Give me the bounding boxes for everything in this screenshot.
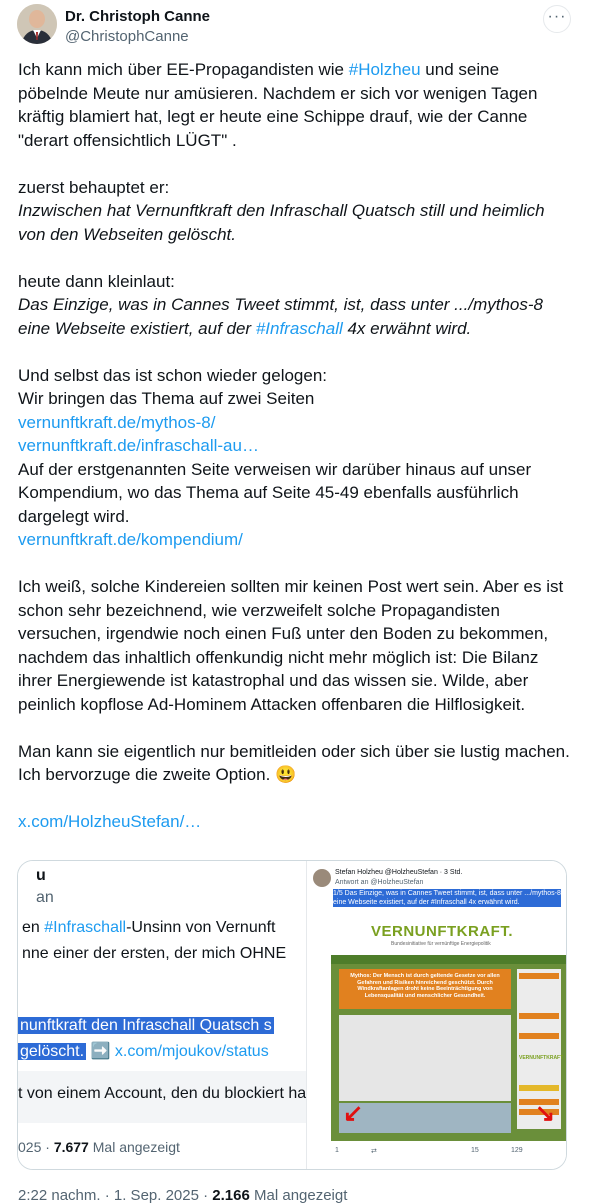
site-headline: Mythos: Der Mensch ist durch geltende Ge… (339, 969, 511, 1009)
paragraph-2-quote: Inzwischen hat Vernunftkraft den Infrasc… (18, 201, 545, 244)
text-p1a: Ich kann mich über EE-Propagandisten wie (18, 60, 349, 79)
more-icon: ··· (547, 8, 567, 25)
right-reply-to: Antwort an @HolzheuStefan (335, 879, 424, 886)
screenshot-right[interactable]: Stefan Holzheu @HolzheuStefan · 3 Std. A… (306, 861, 566, 1169)
left-line-4: nne einer der ersten, der mich OHNE (22, 945, 287, 962)
side-bar-4 (519, 1085, 559, 1091)
right-header: Stefan Holzheu @HolzheuStefan · 3 Std. (335, 869, 463, 876)
right-action-bar: 1 ⇄ 15 129 (331, 1145, 566, 1161)
paragraph-6b: Ich bervorzuge die zweite Option. 😃 (18, 765, 297, 784)
paragraph-4a: Und selbst das ist schon wieder gelogen: (18, 365, 328, 385)
retweet-icon: ⇄ (371, 1148, 377, 1155)
side-logo: VERNUNFTKRAFT (519, 1055, 564, 1061)
link-kompendium[interactable]: vernunftkraft.de/kompendium/ (18, 530, 243, 549)
paragraph-2-intro: zuerst behauptet er: (18, 177, 170, 197)
left-l5: nunftkraft den Infraschall Quatsch s (18, 1017, 274, 1034)
like-count: 15 (471, 1147, 479, 1154)
side-bar-3 (519, 1033, 559, 1039)
paragraph-4b: Wir bringen das Thema auf zwei Seiten (18, 389, 315, 408)
holzheu-avatar (313, 869, 331, 887)
site-nav (331, 955, 566, 964)
link-mythos[interactable]: vernunftkraft.de/mythos-8/ (18, 413, 215, 432)
hashtag-infraschall[interactable]: #Infraschall (256, 319, 343, 338)
hashtag-holzheu[interactable]: #Holzheu (349, 60, 421, 79)
view-count: 2.166 (212, 1187, 250, 1204)
text-p3b: 4x erwähnt wird. (342, 318, 472, 338)
left-stats: 025 · 7.677 Mal angezeigt (18, 1139, 180, 1155)
paragraph-3-intro: heute dann kleinlaut: (18, 271, 175, 291)
site-logo: VERNUNFTKRAFT. (371, 923, 513, 940)
site-photo (339, 1103, 511, 1133)
left-link: x.com/mjoukov/status (110, 1043, 269, 1060)
media-card[interactable]: u an en #Infraschall-Unsinn von Vernunft… (17, 860, 567, 1170)
left-stats-b: Mal angezeigt (88, 1139, 180, 1155)
left-l3b: -Unsinn von Vernunft (126, 919, 276, 936)
reply-count: 1 (335, 1147, 339, 1154)
left-hashtag: #Infraschall (44, 919, 127, 936)
red-arrow-left-icon: ↙ (343, 1100, 364, 1127)
paragraph-3-quote: Das Einzige, was in Cannes Tweet stimmt,… (18, 293, 570, 340)
website-screenshot: VERNUNFTKRAFT. Bundesinitiative für vern… (331, 917, 566, 1141)
paragraph-1: Ich kann mich über EE-Propagandisten wie… (18, 58, 570, 152)
tweet-meta: 2:22 nachm. · 1. Sep. 2025 · 2.166 Mal a… (18, 1187, 347, 1204)
left-l3a: en (22, 919, 45, 936)
blocked-notice: t von einem Account, den du blockiert ha (18, 1071, 306, 1123)
avatar[interactable] (17, 4, 57, 44)
paragraph-6a: Man kann sie eigentlich nur bemitleiden … (18, 741, 570, 761)
left-stats-a: 025 · (18, 1139, 54, 1155)
side-bar-1 (519, 973, 559, 979)
left-stats-count: 7.677 (53, 1139, 89, 1155)
more-options-button[interactable]: ··· (543, 5, 571, 33)
notice-text: t von einem Account, den du blockiert ha (18, 1085, 306, 1102)
author-handle[interactable]: @ChristophCanne (65, 27, 210, 47)
left-line-6: gelöscht. ➡️ x.com/mjoukov/status (18, 1041, 269, 1061)
author-block[interactable]: Dr. Christoph Canne @ChristophCanne (65, 8, 210, 47)
right-quote: 1/5 Das Einzige, was in Cannes Tweet sti… (333, 889, 561, 907)
tweet-text: Ich kann mich über EE-Propagandisten wie… (18, 58, 570, 834)
site-tagline: Bundesinitiative für vernünftige Energie… (391, 941, 491, 947)
tweet: Dr. Christoph Canne @ChristophCanne ··· … (0, 0, 594, 1204)
link-infraschall[interactable]: vernunftkraft.de/infraschall-au… (18, 436, 259, 455)
site-header: VERNUNFTKRAFT. Bundesinitiative für vern… (331, 917, 566, 955)
paragraph-5: Ich weiß, solche Kindereien sollten mir … (18, 577, 564, 714)
left-line-2: an (36, 889, 54, 906)
red-arrow-right-icon: ↘ (535, 1100, 556, 1127)
arrow-right-icon: ➡️ (90, 1043, 111, 1060)
timestamp[interactable]: 2:22 nachm. · 1. Sep. 2025 · (18, 1187, 212, 1204)
left-line-1: u (36, 867, 46, 884)
left-l6a: gelöscht. (18, 1043, 87, 1060)
link-holzheu-status[interactable]: x.com/HolzheuStefan/… (18, 812, 201, 831)
left-line-5: nunftkraft den Infraschall Quatsch s (18, 1017, 274, 1035)
views-label: Mal angezeigt (249, 1187, 348, 1204)
view-count: 129 (511, 1147, 523, 1154)
avatar-photo-icon (17, 4, 57, 44)
paragraph-4c: Auf der erstgenannten Seite verweisen wi… (18, 459, 532, 526)
screenshot-left[interactable]: u an en #Infraschall-Unsinn von Vernunft… (18, 861, 306, 1169)
left-line-3: en #Infraschall-Unsinn von Vernunft (22, 919, 276, 937)
site-content (339, 1015, 511, 1101)
side-bar-2 (519, 1013, 559, 1019)
author-name[interactable]: Dr. Christoph Canne (65, 8, 210, 26)
